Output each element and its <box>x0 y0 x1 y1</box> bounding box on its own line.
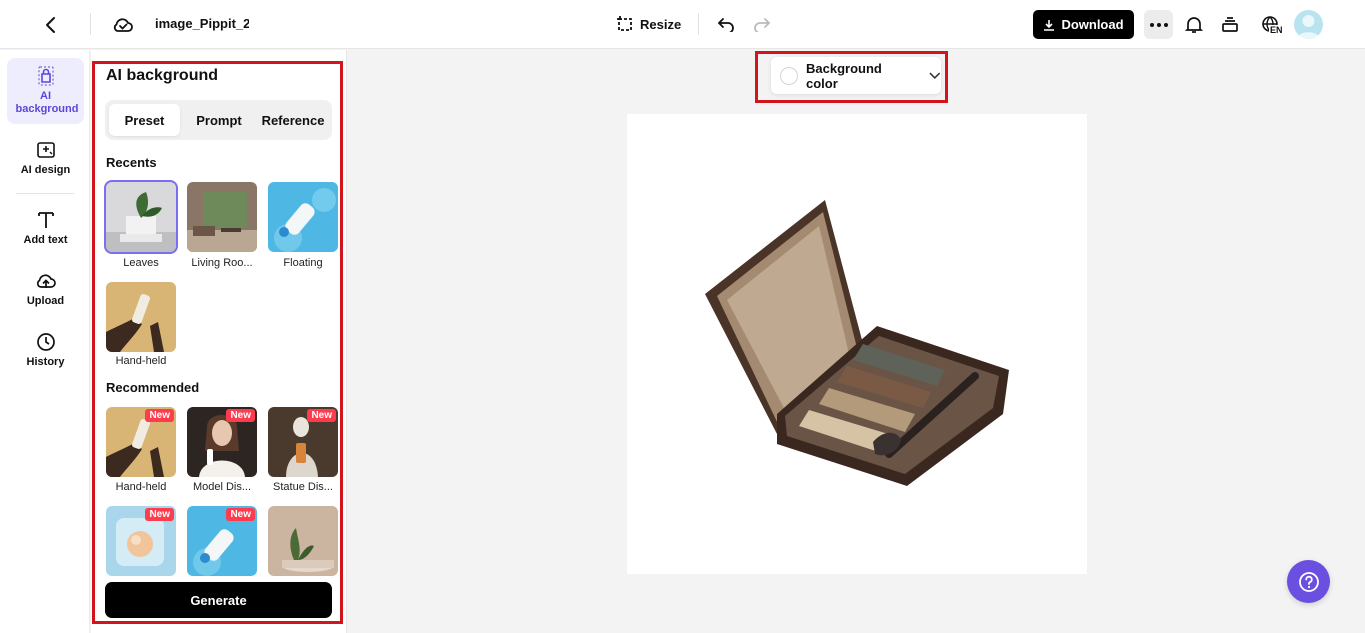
undo-button[interactable] <box>715 13 737 35</box>
recommended-thumb-podium[interactable] <box>268 506 338 576</box>
floating-preset-image <box>268 182 338 252</box>
recommended-thumb-water[interactable]: New <box>187 506 257 576</box>
hand-held-preset-image <box>106 282 176 352</box>
living-room-preset-image <box>187 182 257 252</box>
thumb-caption: Living Roo... <box>191 257 253 269</box>
generate-button[interactable]: Generate <box>105 582 332 618</box>
text-icon <box>37 212 54 228</box>
preset-thumb-living-room[interactable] <box>187 182 257 252</box>
rail-item-ai-background[interactable]: AI background <box>7 58 84 124</box>
back-button[interactable] <box>38 12 64 38</box>
image-sparkle-icon <box>36 142 55 158</box>
layers-button[interactable] <box>1217 12 1243 38</box>
preset-thumb-hand-held[interactable] <box>106 282 176 352</box>
tab-prompt[interactable]: Prompt <box>184 104 254 136</box>
avatar[interactable] <box>1294 10 1323 39</box>
thumb-caption: Floating <box>283 257 323 269</box>
chevron-down-icon <box>929 72 941 79</box>
language-button[interactable]: EN <box>1256 12 1286 38</box>
notifications-button[interactable] <box>1181 12 1207 38</box>
rail-item-label: AI design <box>20 164 71 176</box>
rail-item-label: History <box>26 356 65 368</box>
chevron-left-icon <box>46 17 55 33</box>
file-name[interactable]: image_Pippit_20 <box>155 16 249 31</box>
cloud-sync-button[interactable] <box>110 12 136 38</box>
cloud-upload-icon <box>36 274 56 288</box>
background-color-label: Background color <box>806 60 882 91</box>
new-badge: New <box>307 409 336 422</box>
download-icon <box>1044 19 1055 31</box>
thumb-caption: Hand-held <box>115 355 167 367</box>
tab-preset[interactable]: Preset <box>109 104 180 136</box>
tab-reference[interactable]: Reference <box>258 104 328 136</box>
cloud-check-icon <box>113 18 133 32</box>
top-bar: image_Pippit_20 Resize Download EN <box>0 0 1365 49</box>
redo-icon <box>754 18 771 32</box>
recommended-title: Recommended <box>106 380 200 395</box>
resize-label: Resize <box>640 16 682 32</box>
more-options-button[interactable] <box>1144 10 1173 39</box>
panel-title: AI background <box>106 67 219 84</box>
recents-title: Recents <box>106 155 157 170</box>
thumb-caption: Hand-held <box>115 481 167 493</box>
mode-tabs: Preset Prompt Reference <box>105 100 332 140</box>
divider <box>16 193 74 194</box>
bag-icon <box>38 66 53 86</box>
resize-icon <box>617 16 632 31</box>
undo-icon <box>717 18 734 32</box>
image-canvas[interactable] <box>627 114 1087 574</box>
preset-thumb-floating[interactable] <box>268 182 338 252</box>
thumb-caption: Model Dis... <box>192 481 252 493</box>
rail-item-ai-design[interactable]: AI design <box>7 140 84 184</box>
recommended-thumb-model-display[interactable]: New <box>187 407 257 477</box>
rail-item-history[interactable]: History <box>7 332 84 376</box>
clock-icon <box>36 333 55 351</box>
download-label: Download <box>1061 17 1124 32</box>
user-avatar-icon <box>1297 15 1320 39</box>
background-color-dropdown[interactable]: Background color <box>771 57 941 94</box>
layers-icon <box>1222 17 1238 32</box>
rail-item-upload[interactable]: Upload <box>7 271 84 315</box>
eyeshadow-palette-image <box>705 200 1009 486</box>
recommended-thumb-ice[interactable]: New <box>106 506 176 576</box>
new-badge: New <box>226 409 255 422</box>
new-badge: New <box>145 409 174 422</box>
new-badge: New <box>145 508 174 521</box>
download-button[interactable]: Download <box>1033 10 1134 39</box>
leaves-preset-image <box>106 182 176 252</box>
question-icon <box>1298 571 1319 592</box>
preset-thumb-leaves[interactable] <box>104 180 178 254</box>
resize-button[interactable]: Resize <box>616 13 681 35</box>
rail-item-label: Add text <box>23 234 68 246</box>
redo-button[interactable] <box>751 13 773 35</box>
help-button[interactable] <box>1287 560 1330 603</box>
recommended-thumb-hand-held[interactable]: New <box>106 407 176 477</box>
language-label: EN <box>1269 25 1284 35</box>
thumb-caption: Statue Dis... <box>273 481 333 493</box>
rail-item-add-text[interactable]: Add text <box>7 210 84 254</box>
podium-preset-image <box>268 506 338 576</box>
color-swatch <box>780 66 798 85</box>
divider <box>698 13 699 35</box>
recommended-thumb-statue-display[interactable]: New <box>268 407 338 477</box>
bell-icon <box>1184 17 1204 33</box>
rail-item-label: Upload <box>26 295 65 307</box>
new-badge: New <box>226 508 255 521</box>
rail-item-label: AI background <box>15 90 79 115</box>
thumb-caption: Leaves <box>123 257 159 269</box>
divider <box>90 13 91 35</box>
